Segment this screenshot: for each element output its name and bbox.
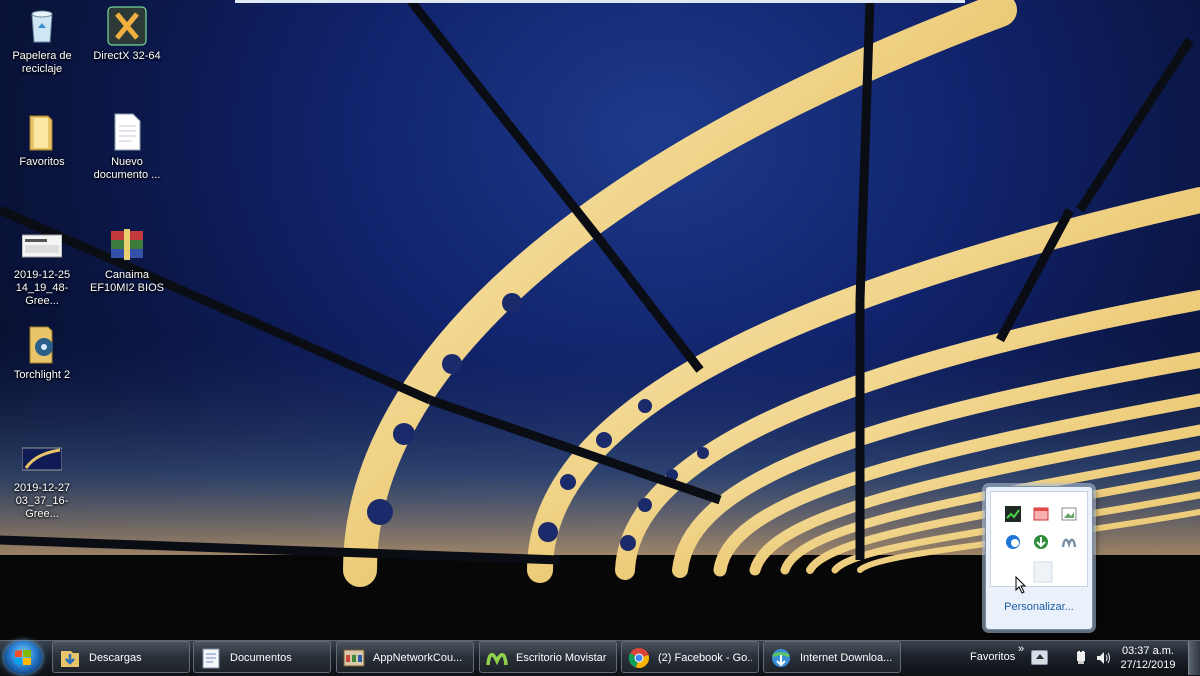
desktop-icon-label: Torchlight 2: [13, 369, 71, 381]
overflow-icons-area: [990, 491, 1088, 594]
taskbar-button-escritorio-movistar[interactable]: Escritorio Movistar: [479, 641, 617, 673]
image-viewer-icon[interactable]: [1061, 506, 1077, 522]
screenshot-thumbnail-icon: [21, 225, 63, 265]
network-monitor-icon[interactable]: [1005, 506, 1021, 522]
taskbar-button-label: AppNetworkCou...: [373, 652, 463, 664]
movistar-tray-icon[interactable]: [1061, 534, 1077, 550]
desktop-icon-label: 2019-12-27 03_37_16-Gree...: [13, 482, 71, 520]
toolbar-chevron-icon[interactable]: »: [1018, 643, 1024, 655]
mouse-cursor-icon: [1015, 575, 1027, 594]
downloads-folder-icon: [59, 647, 81, 669]
volume-icon[interactable]: [1096, 651, 1112, 665]
clock-time: 03:37 a.m.: [1122, 645, 1174, 657]
game-folder-icon: [22, 325, 62, 365]
desktop-icon-favoritos[interactable]: Favoritos: [0, 112, 84, 169]
recycle-bin-icon: [22, 6, 62, 46]
winrar-archive-icon: [107, 225, 147, 265]
desktop-icon-screenshot-1[interactable]: 2019-12-25 14_19_48-Gree...: [0, 225, 84, 308]
folder-icon: [22, 112, 62, 152]
red-window-icon[interactable]: [1033, 506, 1049, 522]
desktop-icon-label: Nuevo documento ...: [93, 156, 161, 181]
favorites-toolbar-label[interactable]: Favoritos: [970, 651, 1015, 663]
desktop-icon-torchlight[interactable]: Torchlight 2: [0, 325, 84, 382]
system-clock[interactable]: 03:37 a.m. 27/12/2019: [1118, 644, 1178, 672]
start-button[interactable]: [4, 641, 42, 674]
customize-link[interactable]: Personalizar...: [986, 601, 1092, 613]
desktop-icon-label: 2019-12-25 14_19_48-Gree...: [13, 269, 71, 307]
desktop-icon-canaima-bios[interactable]: Canaima EF10MI2 BIOS: [85, 225, 169, 295]
taskbar-button-label: (2) Facebook - Go...: [658, 652, 752, 664]
windows-logo-icon: [15, 650, 31, 665]
taskbar-button-label: Internet Downloa...: [800, 652, 893, 664]
desktop-icon-nuevo-documento[interactable]: Nuevo documento ...: [85, 112, 169, 182]
desktop-icon-label: Canaima EF10MI2 BIOS: [90, 269, 164, 294]
desktop-icon-label: Papelera de reciclaje: [12, 50, 72, 75]
idm-tray-icon[interactable]: [1033, 534, 1049, 550]
desktop-icon-recycle-bin[interactable]: Papelera de reciclaje: [0, 6, 84, 76]
taskbar-button-descargas[interactable]: Descargas: [52, 641, 190, 673]
notification-overflow-popup: Personalizar...: [985, 486, 1093, 630]
edge-browser-icon[interactable]: [1005, 534, 1021, 550]
documents-icon: [200, 647, 222, 669]
show-hidden-icons-button[interactable]: [1031, 650, 1048, 665]
taskbar-button-label: Escritorio Movistar: [516, 652, 607, 664]
desktop-icon-directx[interactable]: DirectX 32-64: [85, 6, 169, 63]
directx-icon: [107, 6, 147, 46]
taskbar-button-chrome-facebook[interactable]: (2) Facebook - Go...: [621, 641, 759, 673]
screenshot-thumbnail-icon: [21, 438, 63, 478]
taskbar-button-internet-download-manager[interactable]: Internet Downloa...: [763, 641, 901, 673]
chrome-icon: [628, 647, 650, 669]
taskbar-button-appnetworkcounter[interactable]: AppNetworkCou...: [336, 641, 474, 673]
document-icon: [107, 112, 147, 152]
show-desktop-button[interactable]: [1188, 641, 1200, 675]
desktop-icon-screenshot-2[interactable]: 2019-12-27 03_37_16-Gree...: [0, 438, 84, 521]
clock-date: 27/12/2019: [1120, 659, 1176, 671]
desktop-icon-label: Favoritos: [19, 156, 65, 168]
blank-tray-icon[interactable]: [1033, 560, 1053, 584]
desktop-icon-label: DirectX 32-64: [93, 50, 161, 62]
arrow-up-icon: [1036, 654, 1044, 659]
movistar-icon: [486, 647, 508, 669]
power-plug-icon[interactable]: [1074, 651, 1088, 665]
internet-download-manager-icon: [770, 647, 792, 669]
taskbar-button-label: Documentos: [230, 652, 292, 664]
taskbar-button-label: Descargas: [89, 652, 142, 664]
taskbar-button-documentos[interactable]: Documentos: [193, 641, 331, 673]
window-edge: [235, 0, 965, 3]
app-network-counter-icon: [343, 647, 365, 669]
